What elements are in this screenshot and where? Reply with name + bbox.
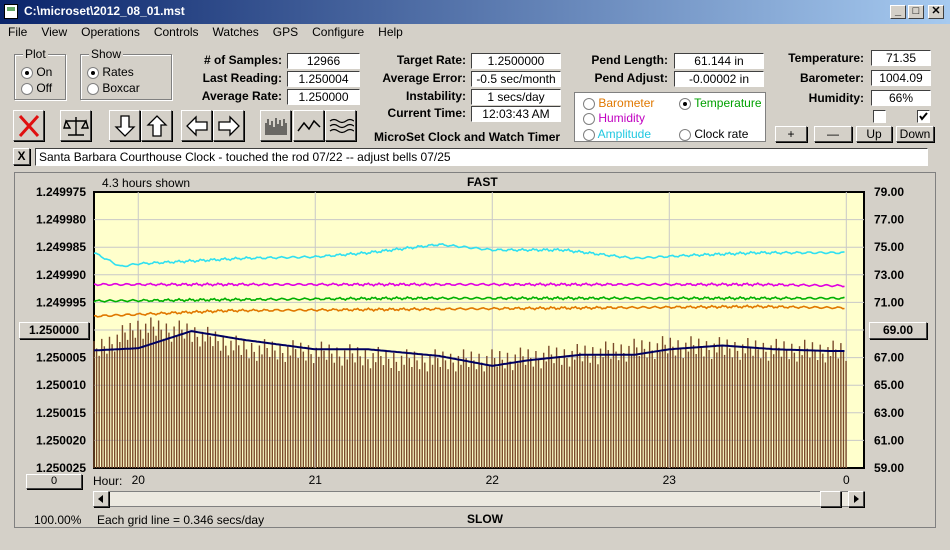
left-tick-label: 1.250025 <box>36 461 86 475</box>
left-tick-label: 1.249975 <box>36 185 86 199</box>
left-tick-label: 1.250015 <box>36 406 86 420</box>
right-tick-label: 63.00 <box>874 406 904 420</box>
left-tick-label: 1.250020 <box>36 433 86 447</box>
x-tick-label: 0 <box>843 473 850 487</box>
right-tick-label: 75.00 <box>874 240 904 254</box>
right-tick-label: 61.00 <box>874 433 904 447</box>
x-tick-label: 22 <box>486 473 500 487</box>
left-tick-label: 1.249990 <box>36 268 86 282</box>
left-tick-label: 1.249995 <box>36 295 86 309</box>
x-tick-label: 21 <box>309 473 323 487</box>
x-tick-label: 23 <box>663 473 677 487</box>
left-tick-label: 1.250010 <box>36 378 86 392</box>
right-tick-label: 79.00 <box>874 185 904 199</box>
left-tick-label: 1.249985 <box>36 240 86 254</box>
left-tick-label: 1.249980 <box>36 213 86 227</box>
right-tick-label: 73.00 <box>874 268 904 282</box>
left-tick-label: 1.250005 <box>36 351 86 365</box>
rate-chart: 1.249975 1.249980 1.249985 1.249990 1.249995… <box>36 185 904 487</box>
right-tick-label: 71.00 <box>874 295 904 309</box>
x-tick-label: 20 <box>132 473 146 487</box>
right-tick-label: 67.00 <box>874 351 904 365</box>
right-tick-label: 59.00 <box>874 461 904 475</box>
right-tick-label: 65.00 <box>874 378 904 392</box>
right-tick-label: 77.00 <box>874 213 904 227</box>
